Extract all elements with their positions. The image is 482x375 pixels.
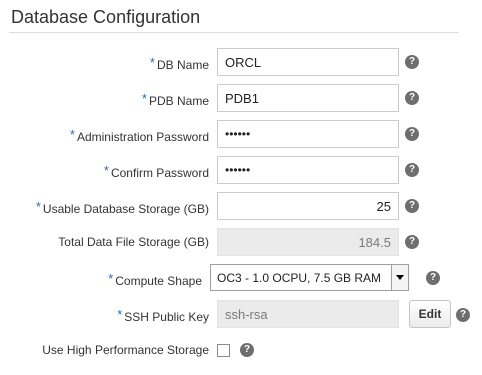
required-marker: * xyxy=(117,307,123,322)
high-perf-storage-row: Use High Performance Storage ? xyxy=(0,336,482,366)
section-title: Database Configuration xyxy=(11,7,201,27)
db-name-input[interactable]: ORCL xyxy=(217,48,399,76)
required-marker: * xyxy=(141,91,147,106)
help-icon[interactable]: ? xyxy=(405,91,419,105)
required-marker: * xyxy=(149,55,155,70)
chevron-down-icon[interactable] xyxy=(391,265,408,290)
total-storage-row: Total Data File Storage (GB) 184.5 ? xyxy=(0,228,482,258)
confirm-password-row: * Confirm Password •••••• ? xyxy=(0,156,482,186)
help-icon[interactable]: ? xyxy=(405,55,419,69)
required-marker: * xyxy=(108,271,114,286)
pdb-name-input[interactable]: PDB1 xyxy=(217,84,399,112)
admin-password-label: * Administration Password xyxy=(69,127,209,144)
help-icon[interactable]: ? xyxy=(240,343,254,357)
compute-shape-select[interactable]: OC3 - 1.0 OCPU, 7.5 GB RAM xyxy=(210,264,409,291)
confirm-password-input[interactable]: •••••• xyxy=(217,156,399,184)
ssh-key-label: * SSH Public Key xyxy=(117,307,209,324)
help-icon[interactable]: ? xyxy=(405,127,419,141)
help-icon[interactable]: ? xyxy=(405,235,419,249)
compute-shape-label: * Compute Shape xyxy=(108,271,202,288)
required-marker: * xyxy=(35,199,41,214)
ssh-key-row: * SSH Public Key ssh-rsa Edit ? xyxy=(0,300,482,330)
db-name-row: * DB Name ORCL ? xyxy=(0,48,482,78)
confirm-password-label: * Confirm Password xyxy=(103,163,209,180)
required-marker: * xyxy=(103,163,109,178)
admin-password-row: * Administration Password •••••• ? xyxy=(0,120,482,150)
total-storage-label: Total Data File Storage (GB) xyxy=(58,235,209,249)
help-icon[interactable]: ? xyxy=(426,271,440,285)
help-icon[interactable]: ? xyxy=(405,163,419,177)
usable-storage-row: * Usable Database Storage (GB) 25 ? xyxy=(0,192,482,222)
high-perf-storage-label: Use High Performance Storage xyxy=(42,343,209,357)
help-icon[interactable]: ? xyxy=(456,308,470,322)
required-marker: * xyxy=(69,127,75,142)
compute-shape-value: OC3 - 1.0 OCPU, 7.5 GB RAM xyxy=(217,271,382,285)
title-divider xyxy=(9,32,459,33)
usable-storage-input[interactable]: 25 xyxy=(217,192,399,220)
compute-shape-row: * Compute Shape OC3 - 1.0 OCPU, 7.5 GB RA… xyxy=(0,264,482,294)
ssh-key-value: ssh-rsa xyxy=(217,300,399,328)
usable-storage-label: * Usable Database Storage (GB) xyxy=(35,199,209,216)
pdb-name-row: * PDB Name PDB1 ? xyxy=(0,84,482,114)
total-storage-value: 184.5 xyxy=(217,228,399,256)
db-name-label: * DB Name xyxy=(149,55,209,72)
edit-ssh-key-button[interactable]: Edit xyxy=(409,300,451,328)
admin-password-input[interactable]: •••••• xyxy=(217,120,399,148)
help-icon[interactable]: ? xyxy=(405,199,419,213)
pdb-name-label: * PDB Name xyxy=(141,91,209,108)
high-perf-storage-checkbox[interactable] xyxy=(217,344,230,357)
